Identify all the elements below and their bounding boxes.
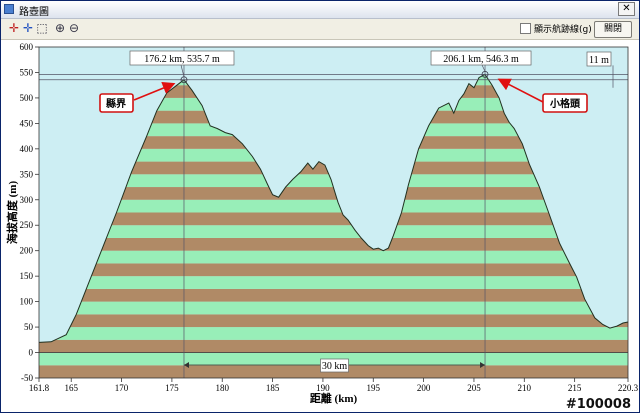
y-tick-label: 300: [20, 195, 34, 205]
watermark-text: #100008: [566, 397, 631, 412]
y-tick-label: 150: [20, 271, 34, 281]
zoom-in-icon[interactable]: ⊕: [53, 21, 67, 35]
x-tick-label: 170: [115, 383, 129, 393]
elevation-band: [39, 199, 628, 213]
y-tick-label: 550: [20, 67, 34, 77]
y-tick-label: 0: [29, 348, 34, 358]
close-button[interactable]: 關閉: [594, 21, 632, 38]
y-tick-label: 450: [20, 118, 34, 128]
x-tick-label: 161.8: [29, 383, 50, 393]
elevation-difference-label: 11 m: [589, 55, 609, 66]
x-tick-label: 175: [165, 383, 179, 393]
x-tick-label: 180: [215, 383, 229, 393]
distance-span-label: 30 km: [322, 361, 348, 372]
elevation-band: [39, 237, 628, 251]
y-tick-label: 500: [20, 93, 34, 103]
elevation-band: [39, 314, 628, 328]
select-tool-icon[interactable]: ⬚: [35, 21, 49, 35]
zoom-out-icon[interactable]: ⊖: [67, 21, 81, 35]
y-tick-label: 400: [20, 144, 34, 154]
x-tick-label: 200: [417, 383, 431, 393]
elevation-band: [39, 276, 628, 289]
track-line-label: 顯示航跡線(g): [534, 25, 592, 35]
elevation-band: [39, 250, 628, 264]
y-tick-label: 250: [20, 220, 34, 230]
callout-label: 小格頭: [549, 97, 581, 110]
elevation-band: [39, 327, 628, 340]
y-tick-label: 100: [20, 297, 34, 307]
x-axis-label: 距離 (km): [310, 391, 358, 405]
plot-frame: 161.8 165 170 175 180 185 190 195 200 205 210 215 22…: [1, 40, 639, 412]
elevation-band: [39, 225, 628, 238]
window-close-button[interactable]: ✕: [618, 2, 635, 16]
x-tick-label: 205: [467, 383, 481, 393]
title-bar: 路壺圖 ✕: [1, 1, 639, 19]
y-tick-label: -50: [21, 373, 33, 383]
elevation-band: [39, 339, 628, 353]
crosshair-red-icon[interactable]: ✛: [7, 21, 21, 35]
x-tick-label: 210: [518, 383, 532, 393]
callout-label: 縣界: [106, 97, 126, 110]
elevation-band: [39, 263, 628, 277]
coordinate-label: 206.1 km, 546.3 m: [443, 54, 519, 65]
y-tick-label: 350: [20, 169, 34, 179]
coordinate-label: 176.2 km, 535.7 m: [144, 54, 220, 65]
x-tick-label: 185: [266, 383, 280, 393]
toolbar: ✛ ✛ ⬚ ⊕ ⊖ 顯示航跡線(g) 關閉: [1, 19, 639, 40]
elevation-chart[interactable]: 161.8 165 170 175 180 185 190 195 200 205 210 215 22…: [1, 40, 639, 412]
track-line-checkbox[interactable]: [520, 23, 531, 34]
elevation-band: [39, 301, 628, 315]
x-tick-label: 165: [64, 383, 78, 393]
x-tick-label: 220.3: [618, 383, 639, 393]
y-axis-label: 海拔高度 (m): [5, 181, 19, 245]
app-icon: [4, 4, 14, 14]
elevation-band: [39, 212, 628, 226]
y-tick-label: 600: [20, 42, 34, 52]
x-tick-label: 190: [316, 383, 330, 393]
x-tick-label: 195: [367, 383, 381, 393]
crosshair-blue-icon[interactable]: ✛: [21, 21, 35, 35]
x-tick-label: 215: [568, 383, 582, 393]
elevation-band: [39, 288, 628, 302]
window-title: 路壺圖: [19, 7, 49, 18]
y-tick-label: 50: [24, 322, 34, 332]
y-tick-label: 200: [20, 246, 34, 256]
profile-window: 路壺圖 ✕ ✛ ✛ ⬚ ⊕ ⊖ 顯示航跡線(g) 關閉 161.8 165 17…: [0, 0, 640, 413]
